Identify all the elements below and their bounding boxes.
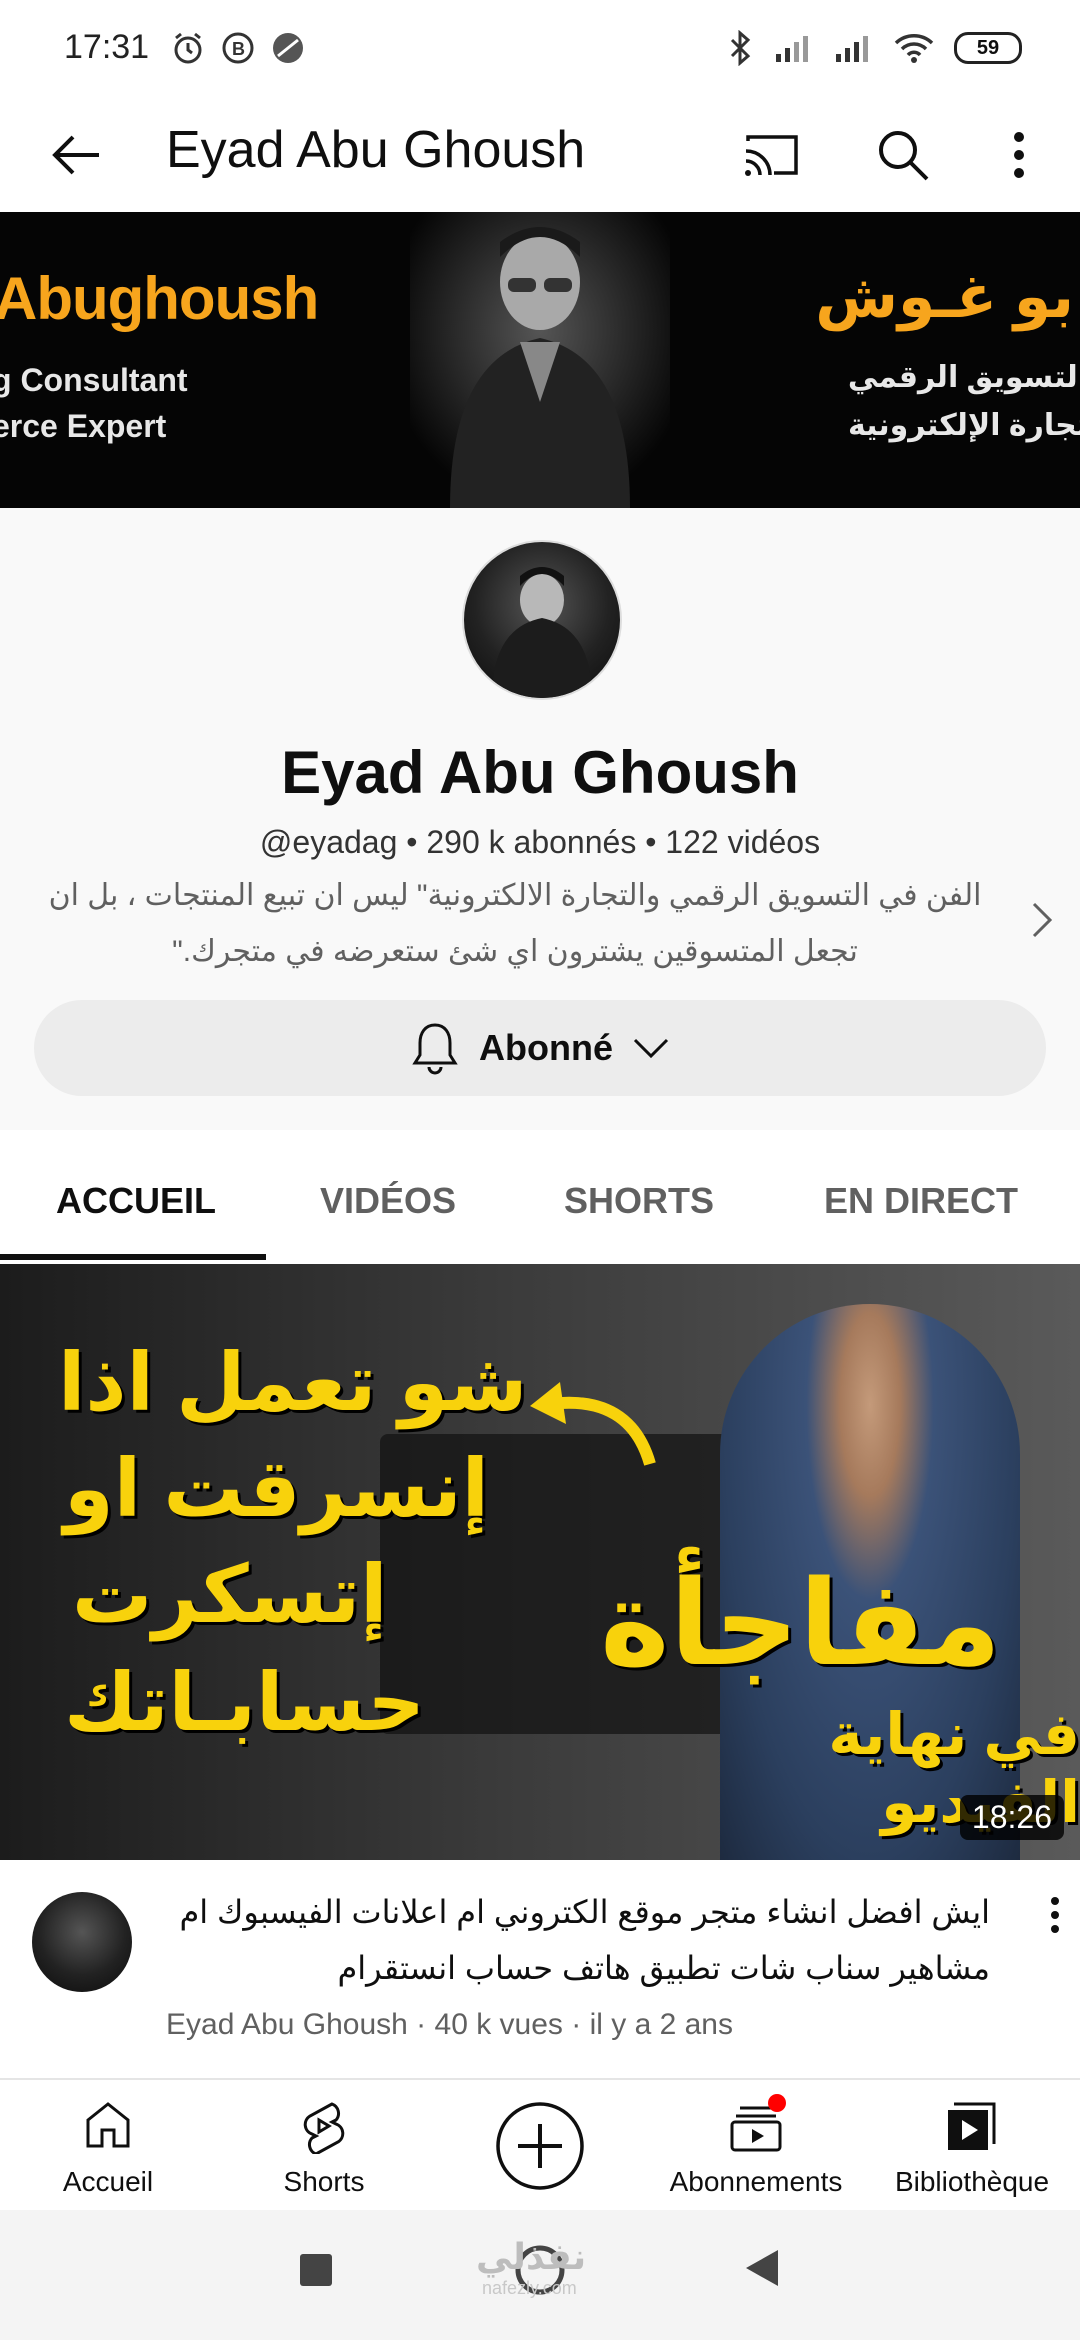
status-time: 17:31 bbox=[64, 28, 150, 66]
nav-home-label: Accueil bbox=[62, 2166, 154, 2197]
channel-description[interactable]: الفن في التسويق الرقمي والتجارة الالكترو… bbox=[30, 868, 1000, 980]
nav-subscriptions[interactable]: Abonnements bbox=[648, 2080, 864, 2212]
alarm-icon bbox=[174, 32, 202, 64]
banner-title-en-2: erce Expert bbox=[0, 408, 167, 444]
nav-home[interactable]: Accueil bbox=[0, 2080, 216, 2212]
channel-banner: Abughoush g Consultant erce Expert بو غـ… bbox=[0, 212, 1080, 508]
system-recents-button[interactable] bbox=[294, 2248, 338, 2292]
status-bar: 17:31 B 59 bbox=[0, 0, 1080, 96]
watermark-url: nafezly.com bbox=[482, 2278, 577, 2298]
video-title[interactable]: ايش افضل انشاء متجر موقع الكتروني ام اعل… bbox=[160, 1884, 990, 1996]
app-status-icon bbox=[273, 33, 303, 63]
thumbnail-text-1: شو تعمل اذا bbox=[58, 1338, 528, 1427]
thumbnail-text-2: إنسرقت او bbox=[64, 1444, 490, 1533]
notification-dot bbox=[768, 2094, 786, 2112]
more-vert-icon bbox=[1014, 132, 1024, 178]
thumbnail-text-4: حسابـاتك bbox=[64, 1658, 426, 1747]
channel-tabs: ACCUEIL VIDÉOS SHORTS EN DIRECT bbox=[0, 1130, 1080, 1266]
banner-name-ar: بو غـوش bbox=[815, 263, 1074, 330]
nav-shorts-label: Shorts bbox=[283, 2166, 365, 2197]
add-icon bbox=[496, 2102, 584, 2190]
signal-icon-2 bbox=[836, 36, 868, 62]
search-button[interactable] bbox=[868, 120, 938, 190]
nav-library-label: Bibliothèque bbox=[894, 2166, 1050, 2197]
chevron-down-icon bbox=[633, 1038, 669, 1059]
active-tab-indicator bbox=[0, 1254, 266, 1260]
channel-meta: @eyadag • 290 k abonnés • 122 vidéos bbox=[259, 824, 821, 860]
signal-icon bbox=[776, 36, 808, 62]
watermark-logo: نفذلي bbox=[476, 2236, 587, 2277]
shorts-icon bbox=[303, 2102, 345, 2154]
thumbnail-arrow-icon bbox=[530, 1382, 656, 1466]
banner-title-ar-2: تجارة الإلكترونية bbox=[847, 409, 1080, 442]
system-back-button[interactable] bbox=[740, 2246, 784, 2290]
banner-name-en: Abughoush bbox=[0, 265, 319, 332]
status-right-icons: 59 bbox=[726, 30, 1022, 66]
status-left-icons: B bbox=[170, 30, 306, 66]
tab-en-direct[interactable]: EN DIRECT bbox=[824, 1180, 1018, 1222]
thumbnail-big-text: مفاجأة bbox=[600, 1558, 1002, 1690]
chevron-right-icon bbox=[1032, 902, 1053, 938]
video-more-button[interactable] bbox=[1050, 1896, 1060, 1939]
system-navigation-bar: نفذلي nafezly.com bbox=[0, 2210, 1080, 2340]
subscribed-label: Abonné bbox=[479, 1027, 613, 1068]
back-arrow-icon bbox=[52, 135, 99, 175]
banner-title-en-1: g Consultant bbox=[0, 362, 188, 398]
bottom-navigation: Accueil Shorts Abonnements Bibliothèque bbox=[0, 2078, 1080, 2212]
nav-create-button[interactable] bbox=[432, 2080, 648, 2212]
bell-icon bbox=[412, 1023, 458, 1075]
thumbnail-text-3: إتسكرت bbox=[72, 1550, 388, 1639]
video-info[interactable]: ايش افضل انشاء متجر موقع الكتروني ام اعل… bbox=[0, 1860, 1080, 2078]
tab-accueil[interactable]: ACCUEIL bbox=[56, 1180, 216, 1222]
tab-videos[interactable]: VIDÉOS bbox=[320, 1180, 456, 1222]
video-metadata: Eyad Abu Ghoush · 40 k vues · il y a 2 a… bbox=[166, 2008, 733, 2041]
nav-subscriptions-label: Abonnements bbox=[669, 2166, 843, 2197]
cast-icon bbox=[745, 135, 798, 176]
square-icon bbox=[300, 2254, 332, 2286]
video-thumbnail[interactable]: شو تعمل اذا إنسرقت او إتسكرت حسابـاتك مف… bbox=[0, 1264, 1080, 1860]
library-icon bbox=[948, 2102, 996, 2150]
channel-avatar[interactable] bbox=[462, 540, 622, 700]
nav-library[interactable]: Bibliothèque bbox=[864, 2080, 1080, 2212]
wifi-icon bbox=[894, 34, 934, 63]
description-expand-button[interactable] bbox=[1030, 900, 1054, 945]
video-channel-avatar[interactable] bbox=[32, 1892, 132, 1992]
banner-title-ar-1: التسويق الرقمي bbox=[847, 361, 1080, 394]
banner-portrait bbox=[410, 212, 670, 508]
cast-button[interactable] bbox=[736, 120, 806, 190]
tab-shorts[interactable]: SHORTS bbox=[564, 1180, 714, 1222]
video-duration-badge: 18:26 bbox=[959, 1795, 1064, 1840]
battery-indicator: 59 bbox=[954, 32, 1022, 64]
back-button[interactable] bbox=[40, 120, 110, 190]
page-title: Eyad Abu Ghoush bbox=[166, 121, 586, 179]
home-icon bbox=[86, 2102, 130, 2148]
channel-name: Eyad Abu Ghoush bbox=[281, 739, 799, 806]
subscribed-button[interactable]: Abonné bbox=[34, 1000, 1046, 1096]
triangle-back-icon bbox=[746, 2250, 778, 2286]
bluetooth-icon bbox=[730, 30, 751, 66]
channel-top-bar: Eyad Abu Ghoush bbox=[0, 96, 1080, 213]
more-vert-icon bbox=[1051, 1897, 1059, 1933]
svg-text:B: B bbox=[232, 39, 245, 59]
nav-shorts[interactable]: Shorts bbox=[216, 2080, 432, 2212]
b-badge-icon: B bbox=[222, 32, 254, 64]
search-icon bbox=[879, 131, 929, 181]
avatar-portrait bbox=[492, 567, 592, 698]
more-options-button[interactable] bbox=[984, 120, 1054, 190]
